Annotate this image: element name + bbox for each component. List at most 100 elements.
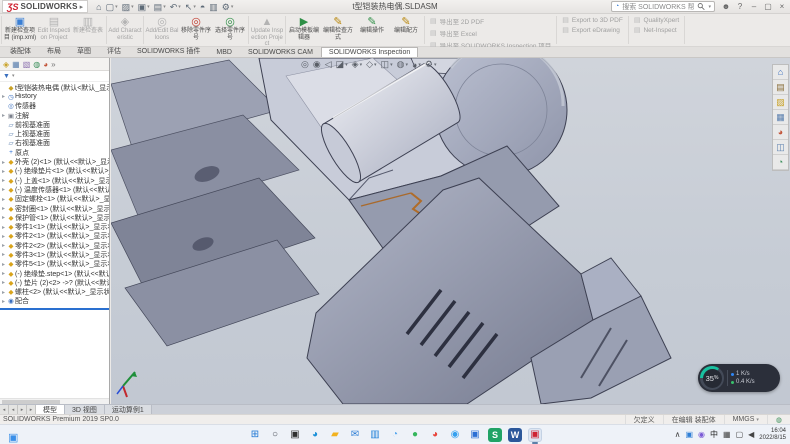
expand-arrow-icon[interactable]: ▸ — [0, 168, 7, 175]
featuremanager-tab-icon[interactable]: ◈ — [3, 60, 9, 69]
expand-arrow-icon[interactable]: ▸ — [0, 289, 7, 296]
tree-item[interactable]: ▸▣注解 — [0, 111, 109, 120]
document-tab[interactable]: 运动算例1 — [105, 405, 152, 414]
zoom-fit-icon[interactable]: ◎ — [301, 59, 309, 70]
filter-caret-icon[interactable]: ▾ — [12, 73, 15, 79]
home-icon[interactable]: ⌂ — [96, 2, 101, 12]
task-view-button[interactable]: ▣ — [288, 428, 302, 442]
tree-item[interactable]: ▱前视基准面 — [0, 120, 109, 129]
commandmanager-tab[interactable]: 布局 — [39, 44, 69, 57]
tray-chevron-icon[interactable]: ∧ — [675, 430, 681, 440]
ribbon-button[interactable]: ◎移除零件序号 — [179, 14, 213, 46]
word-icon[interactable]: W — [508, 428, 522, 442]
search-button[interactable]: ○ — [268, 428, 282, 442]
dropdown-caret-icon[interactable]: ▾ — [131, 2, 134, 12]
view-palette-icon[interactable]: ▦ — [773, 110, 788, 125]
panel-overflow-icon[interactable]: » — [51, 60, 55, 69]
tree-item[interactable]: ▸◆(-) 垫片 (2)<2> ->? (默认<<默认 — [0, 278, 109, 287]
filter-funnel-icon[interactable]: ▼ — [3, 73, 10, 80]
help-button[interactable]: ? — [734, 2, 746, 11]
performance-overlay[interactable]: 35% 1 K/s 0.4 K/s — [698, 364, 780, 392]
notes-app-icon[interactable]: ▣ — [468, 428, 482, 442]
expand-arrow-icon[interactable]: ▸ — [0, 298, 7, 305]
ribbon-button[interactable]: ◎选择零件序号 — [213, 14, 247, 46]
expand-arrow-icon[interactable]: ▸ — [0, 233, 7, 240]
print-icon[interactable]: ▤▾ — [154, 2, 166, 12]
save-icon[interactable]: ▣▾ — [138, 2, 150, 12]
expand-arrow-icon[interactable]: ▸ — [0, 279, 7, 286]
wps-icon[interactable]: S — [488, 428, 502, 442]
document-tab[interactable]: 3D 视图 — [65, 405, 105, 414]
dropdown-caret-icon[interactable]: ▾ — [345, 62, 348, 68]
dropdown-caret-icon[interactable]: ▾ — [231, 2, 234, 12]
ime-indicator[interactable]: 中 — [710, 430, 718, 440]
propertymanager-tab-icon[interactable]: ▦ — [12, 60, 20, 69]
displaymanager-tab-icon[interactable]: ◕ — [43, 60, 48, 69]
tree-item[interactable]: ▸◷History — [0, 92, 109, 101]
ribbon-button[interactable]: ▣新建检查项目 (imp.xml) — [3, 14, 37, 46]
expand-arrow-icon[interactable]: ▸ — [0, 93, 7, 100]
tree-item[interactable]: ▸◆零件2<2> (默认<<默认>_显示状 — [0, 241, 109, 250]
display-style-icon[interactable]: ◫▾ — [381, 59, 393, 70]
expand-arrow-icon[interactable]: ▸ — [0, 159, 7, 166]
zoom-area-icon[interactable]: ◉ — [313, 59, 321, 70]
weather-icon[interactable]: ◔ — [388, 428, 402, 442]
undo-icon[interactable]: ↶▾ — [170, 2, 181, 12]
ribbon-button[interactable]: ✎编辑配方 — [389, 14, 423, 46]
commandmanager-tab[interactable]: SOLIDWORKS 插件 — [129, 44, 208, 57]
rollback-bar[interactable] — [0, 308, 109, 310]
view-orientation-icon[interactable]: ◇▾ — [366, 59, 376, 70]
tree-item[interactable]: ▸◆(-) 温度传感器<1> (默认<<默认>_ — [0, 185, 109, 194]
restore-button[interactable]: ▢ — [762, 2, 774, 11]
search-caret-icon[interactable]: ▾ — [708, 4, 711, 10]
tree-item[interactable]: ▸◆外壳 (2)<1> (默认<<默认>_显示状态 — [0, 157, 109, 166]
dropdown-caret-icon[interactable]: ▾ — [418, 62, 421, 68]
appearances-icon[interactable]: ◕ — [773, 125, 788, 140]
speaker-icon[interactable]: ◀ — [748, 430, 754, 440]
tree-filter[interactable]: ▼ ▾ — [0, 71, 109, 82]
tree-item[interactable]: ▸◆(-) 上盖<1> (默认<<默认>_显示状 — [0, 176, 109, 185]
annotation-views-icon[interactable]: ◈▾ — [352, 59, 362, 70]
tab-scroll-button[interactable]: ◂ — [9, 405, 18, 414]
edge-icon[interactable]: ◕ — [308, 428, 322, 442]
tray-blue-app-icon[interactable]: ▣ — [685, 430, 693, 440]
dropdown-caret-icon[interactable]: ▾ — [360, 62, 363, 68]
store-icon[interactable]: ▥ — [368, 428, 382, 442]
expand-arrow-icon[interactable]: ▸ — [0, 270, 7, 277]
keyboard-icon[interactable]: ▦ — [723, 430, 731, 440]
cad-model[interactable] — [111, 58, 790, 404]
expand-arrow-icon[interactable]: ▸ — [0, 177, 7, 184]
dropdown-caret-icon[interactable]: ▾ — [405, 62, 408, 68]
dimxpert-tab-icon[interactable]: ◍ — [33, 60, 40, 69]
commandmanager-tab[interactable]: SOLIDWORKS CAM — [240, 47, 321, 57]
rebuild-icon[interactable]: ◓ — [200, 2, 205, 12]
commandmanager-tab[interactable]: 草图 — [69, 44, 99, 57]
tree-item[interactable]: ▸◆(-) 绝缘垫片<1> (默认<<默认>_显示 — [0, 167, 109, 176]
ribbon-button[interactable]: ✎编辑检查方式 — [321, 14, 355, 46]
tree-item[interactable]: ▸◆密封圈<1> (默认<<默认>_显示状 — [0, 204, 109, 213]
tree-item[interactable]: ▸◆(-) 绝缘垫.step<1> (默认<<默认> — [0, 269, 109, 278]
hide-show-items-icon[interactable]: ◍▾ — [397, 59, 408, 70]
ribbon-button[interactable]: ▶启动模板编辑器 — [287, 14, 321, 46]
tree-item[interactable]: ◎传感器 — [0, 102, 109, 111]
open-icon[interactable]: ▨▾ — [122, 2, 134, 12]
commandmanager-tab[interactable]: MBD — [208, 47, 240, 57]
expand-arrow-icon[interactable]: ▸ — [0, 186, 7, 193]
dropdown-caret-icon[interactable]: ▾ — [374, 62, 377, 68]
expand-arrow-icon[interactable]: ▸ — [0, 224, 7, 231]
design-library-icon[interactable]: ▤ — [773, 80, 788, 95]
tab-scroll-button[interactable]: ◂ — [0, 405, 9, 414]
tree-item[interactable]: ▸◆保护管<1> (默认<<默认>_显示状 — [0, 213, 109, 222]
tree-item[interactable]: ▱右视基准面 — [0, 139, 109, 148]
expand-arrow-icon[interactable]: ▸ — [0, 261, 7, 268]
commandmanager-tab[interactable]: 评估 — [99, 44, 129, 57]
mail-icon[interactable]: ✉ — [348, 428, 362, 442]
tree-item[interactable]: ▸◆零件1<1> (默认<<默认>_显示状 — [0, 222, 109, 231]
file-explorer-icon[interactable]: ▰ — [328, 428, 342, 442]
expand-arrow-icon[interactable]: ▸ — [0, 251, 7, 258]
previous-view-icon[interactable]: ◁ — [325, 59, 332, 70]
file-explorer-icon[interactable]: ▨ — [773, 95, 788, 110]
units-selector[interactable]: MMGS▾ — [724, 415, 767, 424]
dropdown-caret-icon[interactable]: ▾ — [147, 2, 150, 12]
document-tab[interactable]: 模型 — [36, 405, 65, 414]
